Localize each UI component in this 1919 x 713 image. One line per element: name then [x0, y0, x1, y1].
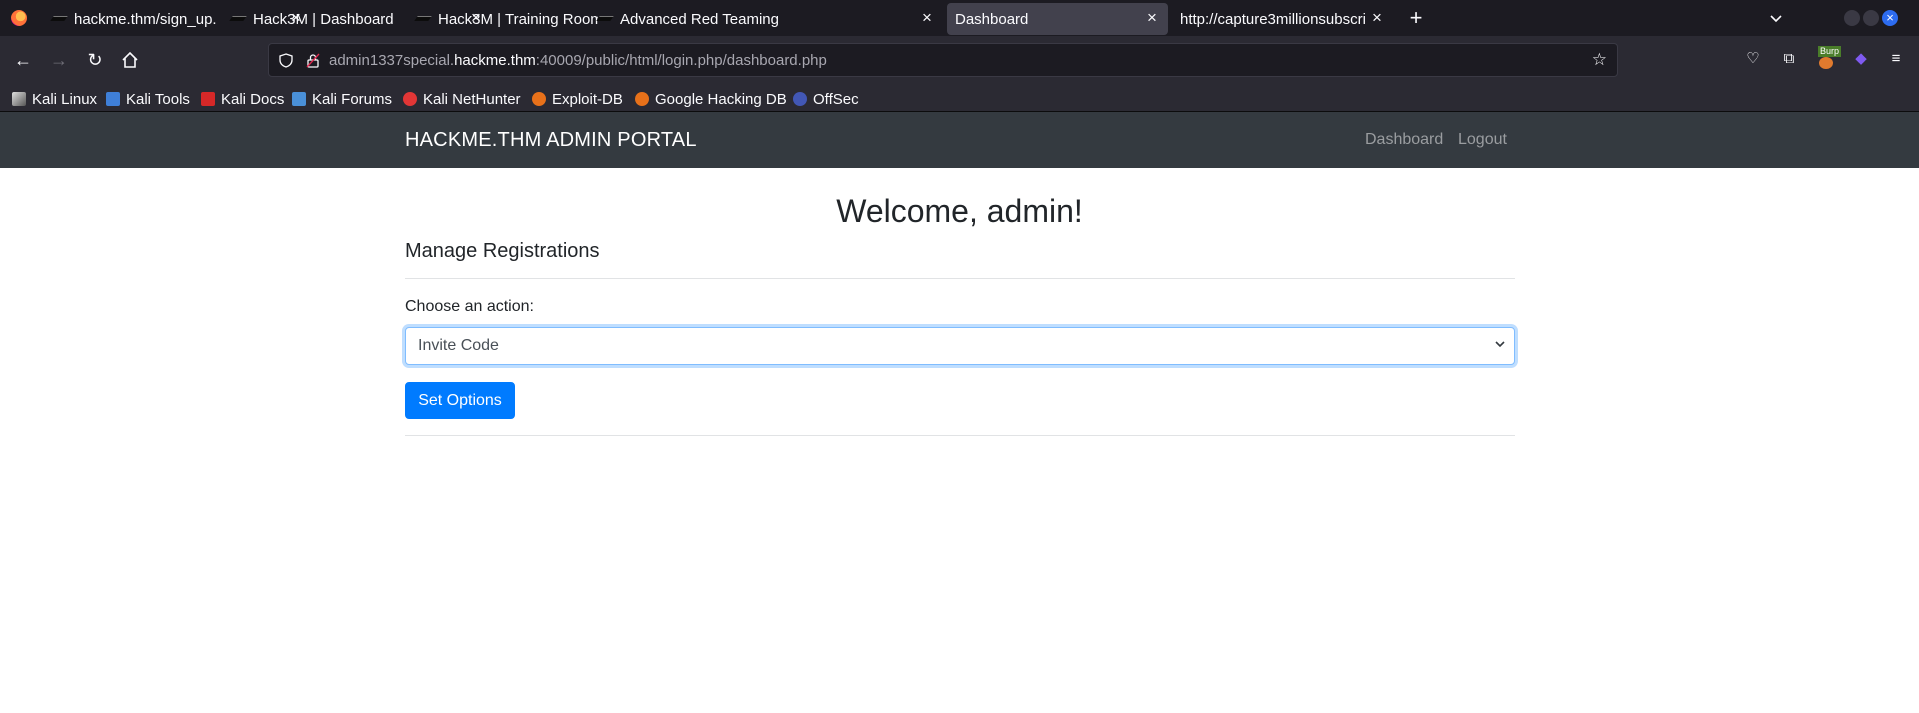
close-icon[interactable]: ×: [918, 9, 936, 27]
bookmark-kali-linux[interactable]: Kali Linux: [12, 89, 97, 109]
tab-title: Hack3M | Training Room T: [438, 11, 598, 28]
tab-title: Hack3M | Dashboard: [253, 11, 394, 28]
plus-icon[interactable]: +: [1405, 7, 1427, 29]
browser-nav-bar: ← → ↻ admin1337special.hackme.thm:40009/…: [0, 36, 1919, 85]
action-select[interactable]: Invite Code: [405, 327, 1515, 365]
tab-favicon-icon: [52, 14, 66, 23]
bookmark-label: Exploit-DB: [552, 90, 623, 108]
shield-icon[interactable]: [279, 53, 293, 68]
foxyproxy-icon[interactable]: ◆: [1851, 49, 1871, 69]
kali-dragon-icon: [12, 92, 26, 106]
bookmark-label: Kali Tools: [126, 90, 190, 108]
site-navbar: HACKME.THM ADMIN PORTAL Dashboard Logout: [0, 112, 1919, 168]
tab-advanced-red-teaming[interactable]: Advanced Red Teaming: [590, 3, 779, 35]
bookmark-star-icon[interactable]: ☆: [1592, 50, 1607, 70]
pocket-icon[interactable]: ♡: [1743, 49, 1763, 69]
tab-dashboard[interactable]: Dashboard ×: [947, 3, 1168, 35]
bookmark-kali-nethunter[interactable]: Kali NetHunter: [403, 89, 521, 109]
bookmark-kali-tools[interactable]: Kali Tools: [106, 89, 190, 109]
tab-favicon-icon: [598, 14, 612, 23]
tab-training-room[interactable]: Hack3M | Training Room T: [408, 3, 598, 35]
close-icon[interactable]: ×: [1368, 9, 1386, 27]
home-icon[interactable]: [120, 50, 140, 70]
tab-title: http://capture3millionsubscri: [1180, 11, 1366, 28]
bookmark-google-hacking-db[interactable]: Google Hacking DB: [635, 89, 787, 109]
set-options-button[interactable]: Set Options: [405, 382, 515, 419]
minimize-button[interactable]: [1844, 10, 1860, 26]
bookmark-kali-docs[interactable]: Kali Docs: [201, 89, 284, 109]
exploit-db-icon: [532, 92, 546, 106]
bookmark-label: Google Hacking DB: [655, 90, 787, 108]
nav-link-dashboard[interactable]: Dashboard: [1365, 131, 1443, 149]
tab-title: Advanced Red Teaming: [620, 11, 779, 28]
page-title: Welcome, admin!: [836, 193, 1083, 229]
bookmark-offsec[interactable]: OffSec: [793, 89, 859, 109]
bookmark-kali-forums[interactable]: Kali Forums: [292, 89, 392, 109]
maximize-button[interactable]: [1863, 10, 1879, 26]
burp-extension-icon[interactable]: Burp: [1816, 46, 1842, 70]
offsec-icon: [793, 92, 807, 106]
selected-option: Invite Code: [418, 337, 499, 354]
back-arrow-icon[interactable]: ←: [12, 49, 34, 71]
bookmark-exploit-db[interactable]: Exploit-DB: [532, 89, 623, 109]
tab-favicon-icon: [416, 14, 430, 23]
tab-favicon-icon: [231, 14, 245, 23]
tab-hack3m-dashboard[interactable]: Hack3M | Dashboard: [223, 3, 394, 35]
tab-capture-subscribers[interactable]: http://capture3millionsubscri ×: [1172, 3, 1392, 35]
close-icon[interactable]: ×: [1143, 9, 1161, 27]
bookmark-label: Kali NetHunter: [423, 90, 521, 108]
extension-badge: Burp: [1818, 46, 1842, 57]
url-prefix: admin1337special.: [329, 52, 455, 69]
bookmarks-toolbar: Kali Linux Kali Tools Kali Docs Kali For…: [0, 85, 1919, 112]
bookmark-label: Kali Linux: [32, 90, 98, 108]
menu-icon[interactable]: ≡: [1886, 49, 1906, 69]
extensions-icon[interactable]: ⧉: [1779, 49, 1799, 69]
window-close-button[interactable]: ×: [1882, 10, 1898, 26]
kali-nethunter-icon: [403, 92, 417, 106]
reload-icon[interactable]: ↻: [84, 49, 106, 71]
action-label: Choose an action:: [405, 298, 534, 315]
ghdb-icon: [635, 92, 649, 106]
kali-tools-icon: [106, 92, 120, 106]
chevron-down-icon[interactable]: [1768, 10, 1784, 26]
url-path: :40009/public/html/login.php/dashboard.p…: [535, 52, 827, 69]
forward-arrow-icon[interactable]: →: [48, 49, 70, 71]
bookmark-label: Kali Forums: [312, 90, 393, 108]
address-bar[interactable]: admin1337special.hackme.thm:40009/public…: [268, 43, 1618, 77]
firefox-logo-icon[interactable]: [11, 10, 27, 26]
lock-icon[interactable]: [306, 53, 320, 68]
nav-link-logout[interactable]: Logout: [1458, 131, 1507, 149]
url-host: hackme.thm: [454, 52, 536, 69]
browser-tab-bar: hackme.thm/sign_up.php × Hack3M | Dashbo…: [0, 0, 1919, 36]
bookmark-label: OffSec: [813, 90, 859, 108]
url-text: admin1337special.hackme.thm:40009/public…: [329, 52, 827, 69]
kali-docs-icon: [201, 92, 215, 106]
site-brand[interactable]: HACKME.THM ADMIN PORTAL: [405, 129, 697, 152]
bookmark-label: Kali Docs: [221, 90, 285, 108]
tab-title: hackme.thm/sign_up.php: [74, 11, 216, 28]
kali-forums-icon: [292, 92, 306, 106]
chevron-down-icon: [1495, 341, 1505, 348]
close-icon[interactable]: ×: [467, 9, 485, 27]
tab-title: Dashboard: [955, 11, 1029, 28]
tab-sign-up[interactable]: hackme.thm/sign_up.php ×: [44, 3, 301, 35]
section-title: Manage Registrations: [405, 240, 600, 262]
divider: [405, 278, 1515, 279]
divider: [405, 435, 1515, 436]
